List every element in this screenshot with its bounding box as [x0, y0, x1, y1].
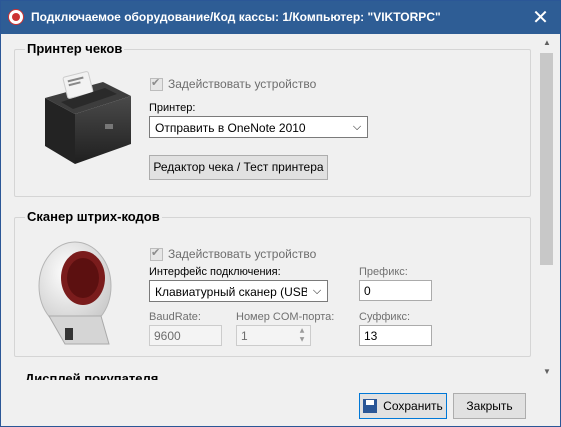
scroll-up-icon[interactable]: ▲ [538, 34, 556, 51]
scanner-group: Сканер штрих-кодов Задействовать устройс… [14, 209, 531, 357]
com-port-spin[interactable]: ▲ ▼ [294, 326, 310, 345]
equipment-dialog: Подключаемое оборудование/Код кассы: 1/К… [0, 0, 561, 427]
prefix-label: Префикс: [359, 266, 408, 278]
interface-select[interactable]: Клавиатурный сканер (USB, PS/2) ⌵ [149, 280, 328, 302]
scanner-enable-label: Задействовать устройство [168, 247, 317, 261]
window-title: Подключаемое оборудование/Код кассы: 1/К… [31, 10, 441, 24]
dialog-footer: Сохранить Закрыть [1, 380, 560, 426]
printer-select-value: Отправить в OneNote 2010 [155, 121, 306, 135]
scanner-image [38, 241, 112, 345]
baudrate-label: BaudRate: [149, 311, 201, 323]
printer-group: Принтер чеков Задействовать устройство [14, 41, 531, 197]
printer-select[interactable]: Отправить в OneNote 2010 ⌵ [149, 116, 368, 138]
close-icon[interactable]: ✕ [521, 1, 560, 34]
receipt-editor-button[interactable]: Редактор чека / Тест принтера [149, 155, 328, 180]
spin-down-icon[interactable]: ▼ [294, 335, 310, 344]
printer-image [45, 71, 131, 164]
interface-select-value: Клавиатурный сканер (USB, PS/2) [155, 285, 328, 299]
printer-enable-label: Задействовать устройство [168, 77, 317, 91]
chevron-down-icon[interactable]: ⌵ [347, 117, 367, 137]
title-bar[interactable]: Подключаемое оборудование/Код кассы: 1/К… [1, 1, 560, 34]
com-port-label: Номер COM-порта: [236, 311, 335, 323]
save-button[interactable]: Сохранить [359, 393, 447, 419]
close-button[interactable]: Закрыть [453, 393, 526, 419]
com-port-stepper[interactable]: 1 ▲ ▼ [236, 325, 311, 346]
app-icon [8, 9, 24, 25]
printer-group-title: Принтер чеков [25, 41, 125, 56]
prefix-value: 0 [364, 284, 371, 298]
checkbox-check-icon [150, 76, 163, 91]
baudrate-input[interactable]: 9600 [149, 325, 222, 346]
scanner-group-title: Сканер штрих-кодов [25, 209, 162, 224]
printer-enable-checkbox[interactable]: Задействовать устройство [150, 76, 317, 91]
checkbox-check-icon [150, 246, 163, 261]
suffix-value: 13 [364, 329, 378, 343]
chevron-down-icon[interactable]: ⌵ [307, 281, 327, 301]
interface-label: Интерфейс подключения: [149, 266, 281, 278]
suffix-input[interactable]: 13 [359, 325, 432, 346]
prefix-input[interactable]: 0 [359, 280, 432, 301]
save-button-label: Сохранить [383, 399, 443, 413]
baudrate-value: 9600 [154, 329, 181, 343]
spin-up-icon[interactable]: ▲ [294, 326, 310, 335]
printer-label: Принтер: [149, 102, 196, 114]
com-port-value: 1 [241, 329, 248, 343]
settings-panel: Принтер чеков Задействовать устройство [1, 34, 538, 380]
scanner-enable-checkbox[interactable]: Задействовать устройство [150, 246, 317, 261]
scroll-down-icon[interactable]: ▼ [538, 363, 556, 380]
customer-display-group-title: Дисплей покупателя [25, 371, 159, 380]
suffix-label: Суффикс: [359, 311, 411, 323]
vertical-scrollbar[interactable]: ▲ ▼ [538, 34, 556, 380]
scroll-thumb[interactable] [540, 53, 553, 265]
save-icon [363, 399, 378, 413]
